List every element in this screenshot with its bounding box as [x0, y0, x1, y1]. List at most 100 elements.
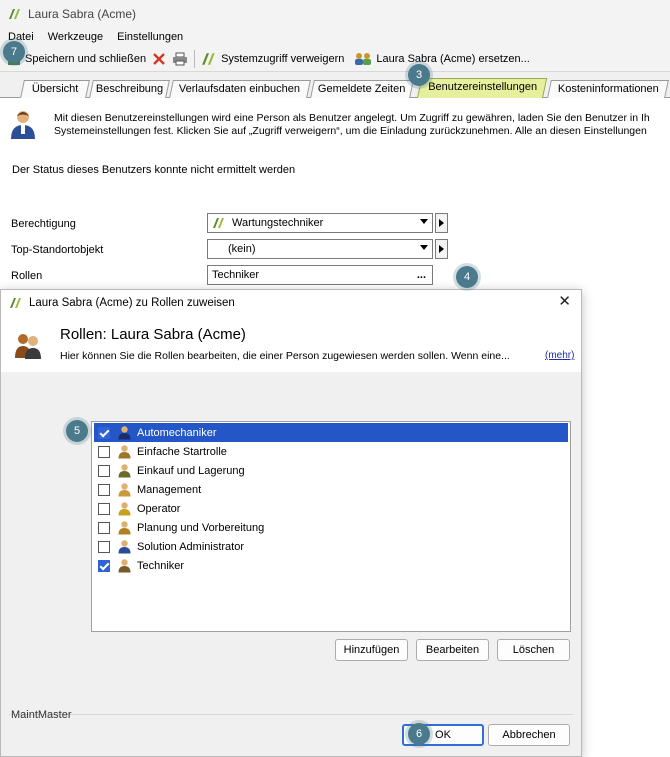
- permission-dropdown[interactable]: Wartungstechniker: [207, 213, 433, 233]
- role-name: Einkauf und Lagerung: [137, 464, 245, 477]
- tab-bar: Übersicht Beschreibung Verlaufsdaten ein…: [0, 72, 670, 99]
- role-name: Automechaniker: [137, 426, 217, 439]
- role-checkbox[interactable]: [98, 426, 110, 439]
- edit-button[interactable]: Bearbeiten: [416, 639, 489, 661]
- role-checkbox[interactable]: [98, 445, 110, 458]
- role-name: Einfache Startrolle: [137, 445, 227, 458]
- access-logo-icon: [202, 52, 215, 65]
- roles-value: Techniker: [212, 269, 260, 281]
- role-person-icon: [118, 559, 131, 573]
- role-row[interactable]: Planung und Vorbereitung: [94, 518, 568, 537]
- info-row: Mit diesen Benutzereinstellungen wird ei…: [8, 108, 670, 144]
- role-person-icon: [118, 540, 131, 554]
- permission-label: Berechtigung: [11, 218, 76, 230]
- top-site-value: (kein): [228, 243, 256, 255]
- role-checkbox[interactable]: [98, 502, 110, 515]
- role-name: Solution Administrator: [137, 540, 244, 553]
- more-link[interactable]: (mehr): [545, 350, 574, 361]
- permission-logo-icon: [213, 218, 224, 228]
- role-name: Operator: [137, 502, 181, 515]
- tab-label: Kosteninformationen: [557, 83, 659, 95]
- delete-role-button[interactable]: Löschen: [497, 639, 570, 661]
- tab-benutzereinstellungen[interactable]: Benutzereinstellungen: [416, 78, 548, 99]
- brand-label: MaintMaster: [11, 709, 72, 721]
- role-checkbox[interactable]: [98, 540, 110, 553]
- role-row[interactable]: Techniker: [94, 556, 568, 575]
- role-row[interactable]: Solution Administrator: [94, 537, 568, 556]
- tab-label: Beschreibung: [95, 83, 164, 95]
- role-person-icon: [118, 464, 131, 478]
- permission-value: Wartungstechniker: [232, 217, 324, 229]
- roles-people-icon: [15, 334, 41, 359]
- assign-roles-dialog: Laura Sabra (Acme) zu Rollen zuweisen ✕ …: [0, 289, 582, 757]
- dialog-title-bar: Laura Sabra (Acme) zu Rollen zuweisen ✕: [1, 290, 581, 316]
- save-close-label: Speichern und schließen: [25, 52, 147, 65]
- deny-access-label: Systemzugriff verweigern: [221, 52, 345, 65]
- tab-label: Gemeldete Zeiten: [318, 83, 406, 95]
- tab-label: Benutzereinstellungen: [427, 81, 537, 93]
- callout-marker: 5: [66, 420, 88, 442]
- info-line-2: Systemeinstellungen fest. Klicken Sie au…: [54, 125, 647, 137]
- replace-person-button[interactable]: Laura Sabra (Acme) ersetzen...: [351, 48, 532, 70]
- roles-field[interactable]: Techniker ...: [207, 265, 433, 285]
- permission-open-button[interactable]: [435, 213, 448, 233]
- tab-gemeldete-zeiten[interactable]: Gemeldete Zeiten: [310, 80, 414, 98]
- roles-label: Rollen: [11, 270, 43, 282]
- role-row[interactable]: Einfache Startrolle: [94, 442, 568, 461]
- role-person-icon: [118, 483, 131, 497]
- delete-button[interactable]: [149, 48, 169, 70]
- window-title: Laura Sabra (Acme): [28, 7, 137, 21]
- add-button[interactable]: Hinzufügen: [335, 639, 408, 661]
- role-name: Techniker: [137, 559, 185, 572]
- callout-marker: 6: [408, 723, 430, 745]
- menu-werkzeuge[interactable]: Werkzeuge: [46, 31, 109, 43]
- close-icon[interactable]: ✕: [558, 294, 571, 309]
- callout-marker: 3: [408, 64, 430, 86]
- top-site-open-button[interactable]: [435, 239, 448, 259]
- tab-verlaufsdaten[interactable]: Verlaufsdaten einbuchen: [169, 80, 311, 98]
- maintmaster-logo-icon: [9, 9, 20, 19]
- roles-browse-button[interactable]: ...: [417, 269, 426, 281]
- role-row[interactable]: Operator: [94, 499, 568, 518]
- role-person-icon: [118, 502, 131, 516]
- callout-marker: 7: [3, 41, 25, 63]
- role-row[interactable]: Automechaniker: [94, 423, 568, 442]
- role-person-icon: [118, 445, 131, 459]
- toolbar-separator: [194, 49, 196, 68]
- dialog-heading: Rollen: Laura Sabra (Acme): [60, 326, 246, 343]
- role-checkbox[interactable]: [98, 483, 110, 496]
- dialog-description: Hier können Sie die Rollen bearbeiten, d…: [60, 350, 510, 362]
- info-line-1: Mit diesen Benutzereinstellungen wird ei…: [54, 112, 650, 124]
- replace-people-icon: [355, 52, 372, 65]
- cancel-button[interactable]: Abbrechen: [488, 724, 570, 746]
- chevron-down-icon: [420, 245, 428, 250]
- info-text: Mit diesen Benutzereinstellungen wird ei…: [54, 112, 650, 138]
- role-person-icon: [118, 426, 131, 440]
- role-row[interactable]: Einkauf und Lagerung: [94, 461, 568, 480]
- menu-einstellungen[interactable]: Einstellungen: [115, 31, 189, 43]
- dialog-title: Laura Sabra (Acme) zu Rollen zuweisen: [29, 297, 235, 309]
- tab-label: Verlaufsdaten einbuchen: [179, 83, 301, 95]
- role-checkbox[interactable]: [98, 464, 110, 477]
- toolbar: Speichern und schließen Systemzugriff ve…: [0, 46, 670, 72]
- print-button[interactable]: [169, 48, 191, 70]
- role-checkbox[interactable]: [98, 521, 110, 534]
- save-close-button[interactable]: Speichern und schließen: [4, 48, 149, 70]
- menu-bar: Datei Werkzeuge Einstellungen: [0, 28, 670, 46]
- top-site-label: Top-Standortobjekt: [11, 244, 104, 256]
- tab-kosteninformationen[interactable]: Kosteninformationen: [547, 80, 669, 98]
- top-site-dropdown[interactable]: (kein): [207, 239, 433, 259]
- role-checkbox[interactable]: [98, 559, 110, 572]
- role-list: Automechaniker Einfache Startrolle Einkauf…: [91, 421, 571, 632]
- dialog-separator: [9, 714, 573, 715]
- tab-beschreibung[interactable]: Beschreibung: [89, 80, 170, 98]
- chevron-down-icon: [420, 219, 428, 224]
- maintmaster-logo-icon: [10, 298, 21, 308]
- deny-access-button[interactable]: Systemzugriff verweigern: [198, 48, 347, 70]
- tab-uebersicht[interactable]: Übersicht: [20, 80, 90, 98]
- title-bar: Laura Sabra (Acme): [0, 0, 670, 28]
- user-status-text: Der Status dieses Benutzers konnte nicht…: [12, 164, 296, 176]
- role-row[interactable]: Management: [94, 480, 568, 499]
- role-person-icon: [118, 521, 131, 535]
- delete-x-icon: [153, 52, 165, 65]
